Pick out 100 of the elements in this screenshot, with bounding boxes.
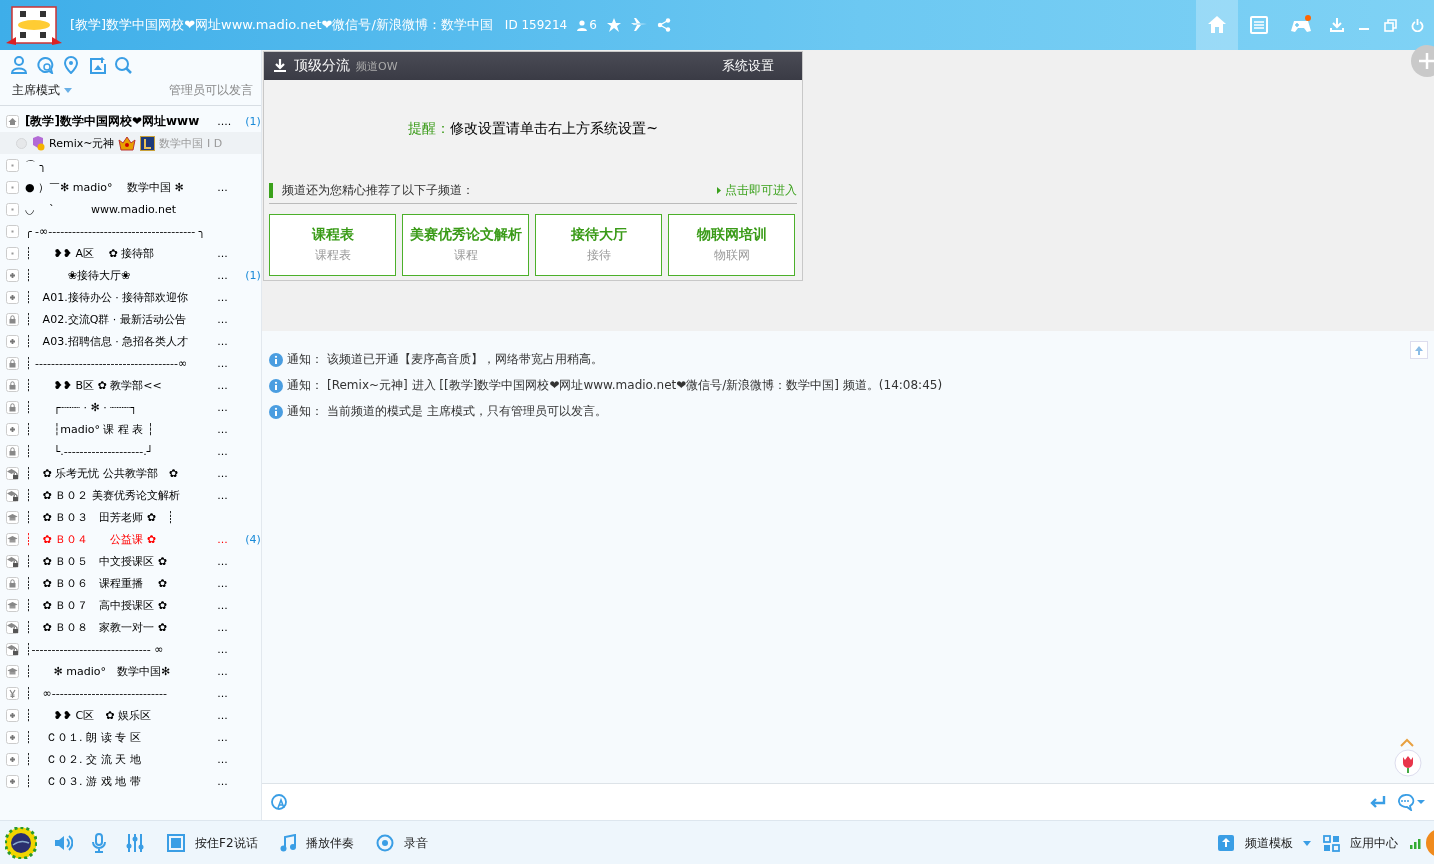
channel-row[interactable]: ┊ A03.招聘信息 · 急招各类人才 ...: [0, 330, 262, 352]
graduation-cap-lock-icon[interactable]: [6, 620, 19, 634]
expand-icon[interactable]: [6, 774, 19, 788]
template-button[interactable]: 频道模板: [1217, 834, 1311, 852]
microphone-icon[interactable]: [91, 833, 107, 853]
lock-icon[interactable]: [6, 444, 19, 458]
card-subtitle: 课程表: [314, 247, 351, 264]
equalizer-icon[interactable]: [125, 833, 145, 853]
graduation-cap-icon[interactable]: [6, 510, 19, 524]
nav-tab[interactable]: [1196, 0, 1238, 50]
channel-card[interactable]: 美赛优秀论文解析 课程: [402, 214, 529, 276]
mode-dropdown[interactable]: 主席模式: [12, 82, 72, 99]
channel-card[interactable]: 课程表 课程表: [269, 214, 396, 276]
lock-icon[interactable]: [6, 576, 19, 590]
location-pin-icon[interactable]: [62, 56, 80, 74]
card-title: 接待大厅: [570, 226, 627, 244]
avatar-icon[interactable]: [1424, 828, 1434, 858]
push-to-talk-button[interactable]: 按住F2说话: [167, 834, 258, 852]
collapse-icon[interactable]: [6, 180, 19, 194]
channel-row[interactable]: ┊ ✿ Ｂ０３ 田芳老师 ✿ ┊: [0, 506, 262, 528]
speaker-icon[interactable]: [53, 833, 73, 853]
channel-row[interactable]: ┊ Ｃ０１. 朗 读 专 区 ...: [0, 726, 262, 748]
graduation-cap-lock-icon[interactable]: [6, 466, 19, 480]
user-row[interactable]: Remix~元神 数学中国 I D: [0, 132, 262, 154]
channel-row[interactable]: ┊ ┌┈┈┈ · ✻ · ┈┈┈┐ ...: [0, 396, 262, 418]
channel-row[interactable]: ┊ ❥❥ A区 ✿ 接待部 ...: [0, 242, 262, 264]
channel-row[interactable]: ┊ Ｃ０２. 交 流 天 地 ...: [0, 748, 262, 770]
add-icon[interactable]: [1410, 44, 1434, 78]
star-icon[interactable]: [606, 18, 621, 32]
channel-row[interactable]: [教学]数学中国网校❤网址www .... (1): [0, 110, 262, 132]
template-icon: [1217, 834, 1235, 852]
expand-icon[interactable]: [6, 268, 19, 282]
user-icon[interactable]: [10, 56, 28, 74]
channel-card[interactable]: 物联网培训 物联网: [668, 214, 795, 276]
channel-row[interactable]: ┊ ┆madio° 课 程 表 ┆ ...: [0, 418, 262, 440]
font-style-icon[interactable]: [270, 793, 288, 811]
scroll-top-icon[interactable]: [1410, 341, 1428, 359]
tulip-icon[interactable]: [1394, 749, 1422, 777]
channel-row[interactable]: ┊ ❥❥ B区 ✿ 教学部<< ...: [0, 374, 262, 396]
expand-icon[interactable]: [6, 334, 19, 348]
channel-row[interactable]: ╭ -∞------------------------------------- ╮: [0, 220, 262, 242]
channel-row[interactable]: ┊ Ｃ０３. 游 戏 地 带 ...: [0, 770, 262, 792]
chat-clock-icon[interactable]: [36, 56, 54, 74]
channel-row[interactable]: ┊ ✿ Ｂ０８ 家教一对一 ✿ ...: [0, 616, 262, 638]
graduation-cap-lock-icon[interactable]: [6, 554, 19, 568]
channel-row[interactable]: ⌒ ╮: [0, 154, 262, 176]
channel-row[interactable]: ┊ ✿ Ｂ０４ 公益课 ✿ ... (4): [0, 528, 262, 550]
channel-row[interactable]: ◡ ˋ www.madio.net: [0, 198, 262, 220]
search-icon[interactable]: [114, 56, 132, 74]
channel-row[interactable]: ┊ ∞----------------------------- ...: [0, 682, 262, 704]
chat-bubble-icon[interactable]: [1396, 793, 1426, 811]
graduation-cap-lock-icon[interactable]: [6, 642, 19, 656]
lock-icon[interactable]: [6, 378, 19, 392]
share-icon[interactable]: [656, 18, 671, 32]
settings-link[interactable]: 系统设置: [722, 57, 774, 75]
graduation-cap-icon[interactable]: [6, 664, 19, 678]
channel-row[interactable]: ┊ A02.交流Q群 · 最新活动公告 ...: [0, 308, 262, 330]
channel-row[interactable]: ┊ A01.接待办公 · 接待部欢迎你 ...: [0, 286, 262, 308]
graduation-cap-icon[interactable]: [6, 598, 19, 612]
card-subtitle: 课程: [453, 247, 478, 264]
channel-id: ID 159214: [504, 18, 568, 32]
graduation-cap-icon[interactable]: [6, 532, 19, 546]
expand-icon[interactable]: [6, 290, 19, 304]
record-button[interactable]: 录音: [375, 834, 428, 852]
lock-icon[interactable]: [6, 400, 19, 414]
channel-row[interactable]: ┊ ❀接待大厅❀ ... (1): [0, 264, 262, 286]
expand-icon[interactable]: [6, 708, 19, 722]
channel-row[interactable]: ┊ └.--------------------.┘ ...: [0, 440, 262, 462]
channel-row[interactable]: ● ）￣✻ madio° 数学中国 ✻ ...: [0, 176, 262, 198]
lock-icon[interactable]: [6, 312, 19, 326]
channel-row[interactable]: ┊ ✿ Ｂ０７ 高中授课区 ✿ ...: [0, 594, 262, 616]
collapse-icon[interactable]: [6, 158, 19, 172]
channel-row[interactable]: ┊ ✿ Ｂ０２ 美赛优秀论文解析 ...: [0, 484, 262, 506]
globe-avatar-icon[interactable]: [5, 827, 37, 859]
yen-icon[interactable]: [6, 686, 19, 700]
channel-row[interactable]: ┊ ✿ 乐考无忧 公共教学部 ✿ ...: [0, 462, 262, 484]
channel-row[interactable]: ┊------------------------------ ∞ ...: [0, 638, 262, 660]
download-icon[interactable]: [1330, 18, 1344, 32]
caret-up-icon[interactable]: [1400, 738, 1414, 747]
collapse-icon[interactable]: [6, 246, 19, 260]
expand-icon[interactable]: [6, 752, 19, 766]
graduation-cap-lock-icon[interactable]: [6, 488, 19, 502]
power-icon[interactable]: [1411, 18, 1424, 32]
channel-row[interactable]: ┊ ------------------------------------∞ ...: [0, 352, 262, 374]
channel-card[interactable]: 接待大厅 接待: [535, 214, 662, 276]
expand-icon[interactable]: [6, 422, 19, 436]
channel-row[interactable]: ┊ ✿ Ｂ０６ 课程重播 ✿ ...: [0, 572, 262, 594]
lock-icon[interactable]: [6, 356, 19, 370]
collapse-icon[interactable]: [6, 202, 19, 216]
send-icon[interactable]: [1368, 796, 1386, 808]
home-icon[interactable]: [6, 114, 19, 128]
app-center-button[interactable]: 应用中心: [1323, 834, 1398, 852]
channel-row[interactable]: ┊ ✿ Ｂ０５ 中文授课区 ✿ ...: [0, 550, 262, 572]
restore-icon[interactable]: [1384, 18, 1397, 32]
channel-row[interactable]: ┊ ✻ madio° 数学中国✻ ...: [0, 660, 262, 682]
image-icon[interactable]: [88, 56, 106, 74]
channel-row[interactable]: ┊ ❥❥ C区 ✿ 娱乐区 ...: [0, 704, 262, 726]
expand-icon[interactable]: [6, 730, 19, 744]
play-music-button[interactable]: 播放伴奏: [279, 834, 354, 852]
collapse-icon[interactable]: [6, 224, 19, 238]
